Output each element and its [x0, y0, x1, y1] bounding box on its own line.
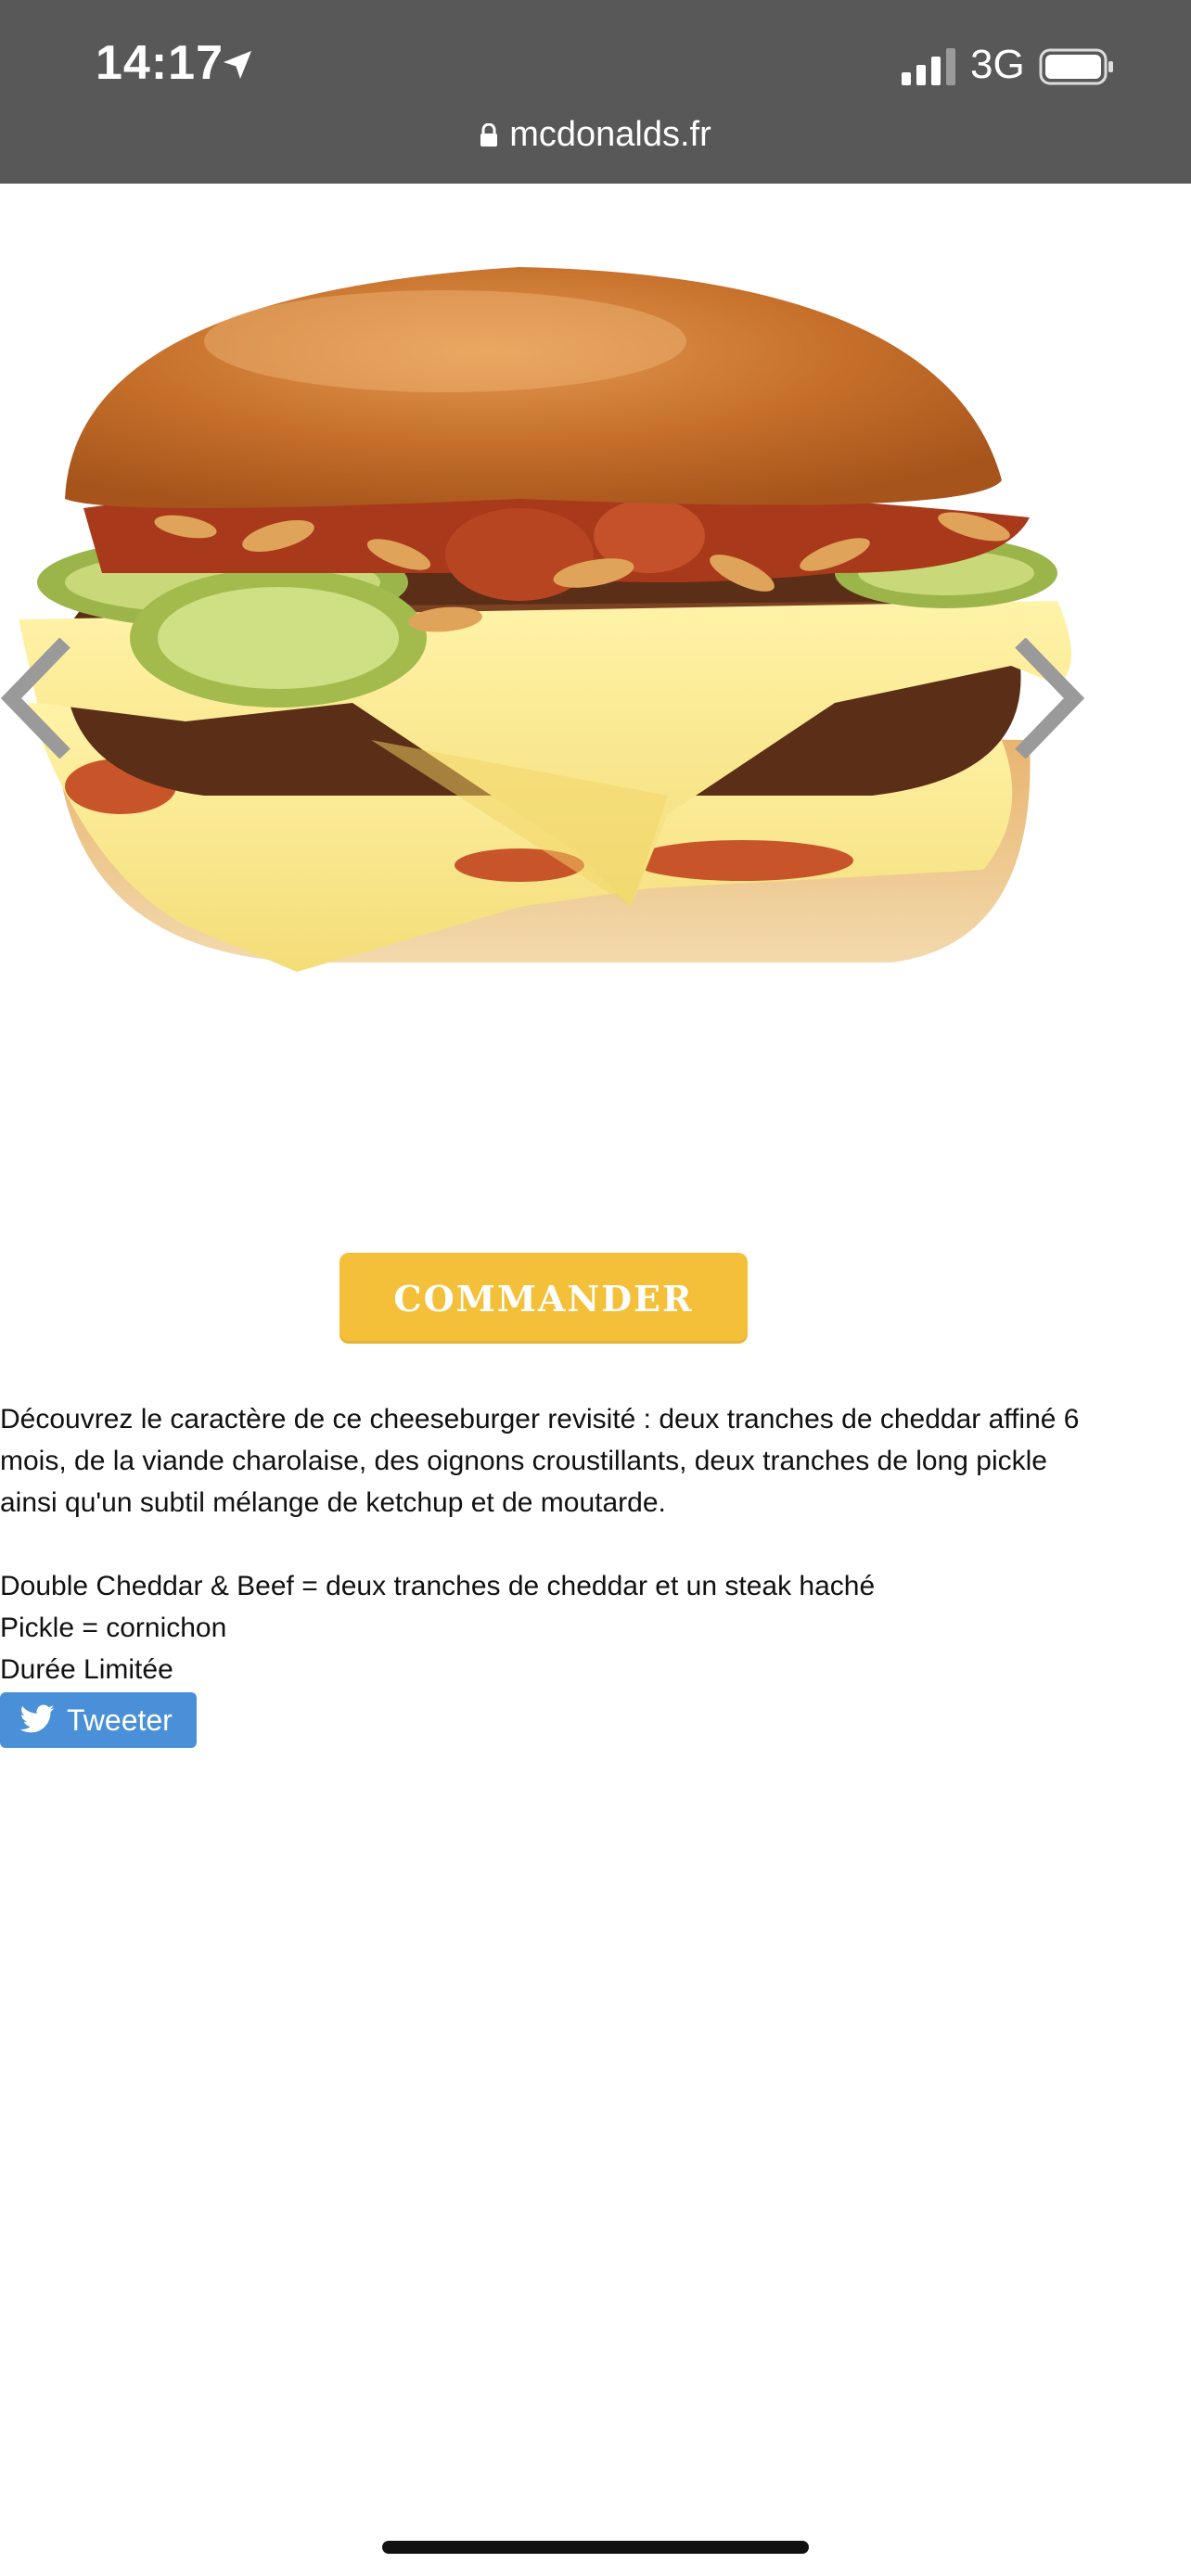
detail-line: Double Cheddar & Beef = deux tranches de…	[0, 1571, 876, 1601]
clock: 14:17	[96, 36, 224, 90]
battery-icon	[1039, 48, 1113, 85]
description-text: Découvrez le caractère de ce cheeseburge…	[0, 1404, 1080, 1518]
home-indicator[interactable]	[382, 2541, 809, 2554]
commander-button[interactable]: COMMANDER	[339, 1253, 748, 1344]
twitter-bird-icon	[19, 1704, 55, 1733]
url-text: mcdonalds.fr	[509, 115, 711, 154]
lock-icon	[480, 123, 498, 147]
browser-status-bar: 14:17 3G mcdonalds.fr	[0, 0, 1191, 184]
product-carousel	[0, 184, 1191, 1167]
tweet-label: Tweeter	[67, 1702, 173, 1737]
detail-line: Durée Limitée	[0, 1654, 173, 1685]
product-description: Découvrez le caractère de ce cheeseburge…	[0, 1398, 1095, 1690]
carousel-next-arrow-icon[interactable]	[1011, 638, 1085, 759]
detail-line: Pickle = cornichon	[0, 1613, 227, 1643]
cellular-signal-icon	[902, 48, 955, 85]
carousel-prev-arrow-icon[interactable]	[0, 638, 74, 759]
tweet-button[interactable]: Tweeter	[0, 1692, 197, 1748]
network-type: 3G	[970, 42, 1025, 87]
address-bar[interactable]: mcdonalds.fr	[0, 115, 1191, 155]
location-arrow-icon	[224, 51, 251, 79]
